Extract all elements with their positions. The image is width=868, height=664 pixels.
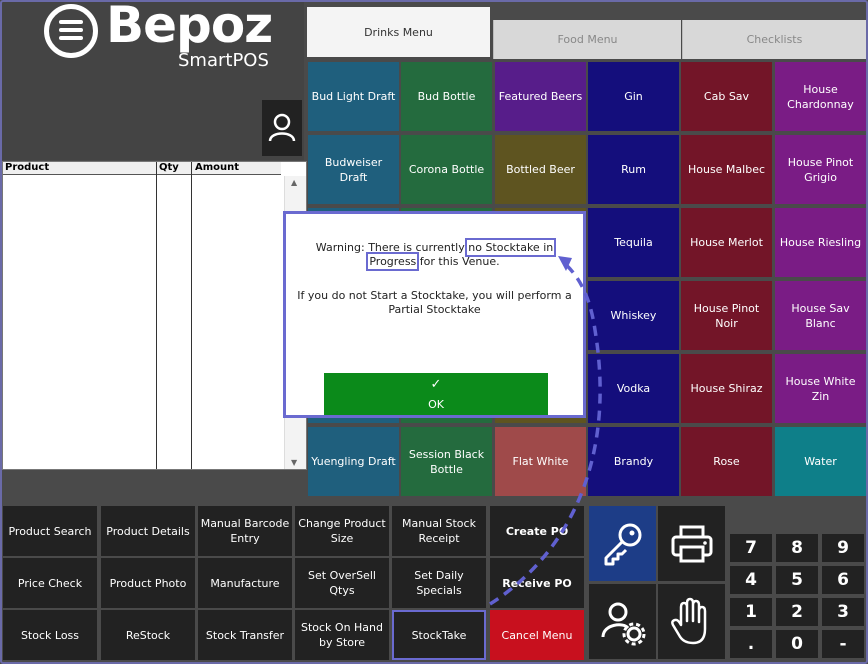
printer-icon xyxy=(671,525,712,562)
tile-house-pinot-grigio[interactable]: House Pinot Grigio xyxy=(775,135,866,204)
numpad-key-6[interactable]: 6 xyxy=(822,566,864,594)
brand-name: Bepoz xyxy=(106,0,273,54)
numpad-key-0[interactable]: 0 xyxy=(776,630,818,658)
create-po-button[interactable]: Create PO xyxy=(490,506,584,556)
tile-session-black-bottle[interactable]: Session Black Bottle xyxy=(401,427,492,496)
tile-bud-bottle[interactable]: Bud Bottle xyxy=(401,62,492,131)
numpad-key-5[interactable]: 5 xyxy=(776,566,818,594)
tab-checklists[interactable]: Checklists xyxy=(682,20,866,59)
column-product: Product xyxy=(5,162,50,173)
user-settings-icon xyxy=(601,602,645,645)
tile-budweiser-draft[interactable]: Budweiser Draft xyxy=(308,135,399,204)
scroll-up-icon[interactable]: ▲ xyxy=(291,178,297,187)
stocktake-button[interactable]: StockTake xyxy=(392,610,486,660)
check-icon: ✓ xyxy=(430,376,442,392)
change-product-size-button[interactable]: Change Product Size xyxy=(295,506,389,556)
numpad-key-minus[interactable]: - xyxy=(822,630,864,658)
user-button[interactable] xyxy=(262,100,302,156)
tab-food-menu[interactable]: Food Menu xyxy=(493,20,681,59)
ok-label: OK xyxy=(428,397,444,411)
hand-icon xyxy=(670,597,706,644)
tile-featured-beers[interactable]: Featured Beers xyxy=(495,62,586,131)
ok-button[interactable]: ✓ OK xyxy=(324,373,548,415)
hamburger-icon[interactable] xyxy=(44,4,98,58)
tile-brandy[interactable]: Brandy xyxy=(588,427,679,496)
key-icon xyxy=(604,523,641,565)
order-grid[interactable]: Product Qty Amount ▲ ▼ xyxy=(2,161,307,470)
tile-yuengling-draft[interactable]: Yuengling Draft xyxy=(308,427,399,496)
stocktake-warning-dialog: Warning: There is currently no Stocktake… xyxy=(283,211,586,418)
tile-whiskey[interactable]: Whiskey xyxy=(588,281,679,350)
set-oversell-qtys-button[interactable]: Set OverSell Qtys xyxy=(295,558,389,608)
set-daily-specials-button[interactable]: Set Daily Specials xyxy=(392,558,486,608)
scroll-down-icon[interactable]: ▼ xyxy=(291,458,297,467)
tile-house-sav-blanc[interactable]: House Sav Blanc xyxy=(775,281,866,350)
manual-stock-receipt-button[interactable]: Manual Stock Receipt xyxy=(392,506,486,556)
user-settings-button[interactable] xyxy=(589,584,656,659)
warning-suffix: for this Venue. xyxy=(416,255,500,268)
key-button[interactable] xyxy=(589,506,656,581)
stock-on-hand-by-store-button[interactable]: Stock On Hand by Store xyxy=(295,610,389,660)
tile-corona-bottle[interactable]: Corona Bottle xyxy=(401,135,492,204)
tile-house-white-zin[interactable]: House White Zin xyxy=(775,354,866,423)
product-search-button[interactable]: Product Search xyxy=(3,506,97,556)
manual-barcode-entry-button[interactable]: Manual Barcode Entry xyxy=(198,506,292,556)
column-amount: Amount xyxy=(195,162,240,173)
numpad-key-2[interactable]: 2 xyxy=(776,598,818,626)
tab-drinks-menu[interactable]: Drinks Menu xyxy=(307,7,490,57)
user-icon xyxy=(268,113,296,142)
tile-house-malbec[interactable]: House Malbec xyxy=(681,135,772,204)
product-photo-button[interactable]: Product Photo xyxy=(101,558,195,608)
brand-sub: SmartPOS xyxy=(178,50,269,71)
tile-house-chardonnay[interactable]: House Chardonnay xyxy=(775,62,866,131)
tile-bottled-beer[interactable]: Bottled Beer xyxy=(495,135,586,204)
tile-tequila[interactable]: Tequila xyxy=(588,208,679,277)
tile-house-shiraz[interactable]: House Shiraz xyxy=(681,354,772,423)
tile-house-pinot-noir[interactable]: House Pinot Noir xyxy=(681,281,772,350)
tile-flat-white[interactable]: Flat White xyxy=(495,427,586,496)
tile-cab-sav[interactable]: Cab Sav xyxy=(681,62,772,131)
numpad-key-3[interactable]: 3 xyxy=(822,598,864,626)
restock-button[interactable]: ReStock xyxy=(101,610,195,660)
column-qty: Qty xyxy=(159,162,179,173)
partial-stocktake-message: If you do not Start a Stocktake, you wil… xyxy=(297,289,572,316)
manufacture-button[interactable]: Manufacture xyxy=(198,558,292,608)
numpad-key-8[interactable]: 8 xyxy=(776,534,818,562)
numpad-key-9[interactable]: 9 xyxy=(822,534,864,562)
stock-transfer-button[interactable]: Stock Transfer xyxy=(198,610,292,660)
tile-gin[interactable]: Gin xyxy=(588,62,679,131)
tile-house-merlot[interactable]: House Merlot xyxy=(681,208,772,277)
numpad-key-decimal[interactable]: . xyxy=(730,630,772,658)
tile-bud-light-draft[interactable]: Bud Light Draft xyxy=(308,62,399,131)
product-details-button[interactable]: Product Details xyxy=(101,506,195,556)
warning-prefix: Warning: There is currently xyxy=(315,241,469,254)
warning-text: Warning: There is currently no Stocktake… xyxy=(292,238,577,271)
numpad-key-1[interactable]: 1 xyxy=(730,598,772,626)
stock-loss-button[interactable]: Stock Loss xyxy=(3,610,97,660)
price-check-button[interactable]: Price Check xyxy=(3,558,97,608)
cancel-menu-button[interactable]: Cancel Menu xyxy=(490,610,584,660)
numpad-key-4[interactable]: 4 xyxy=(730,566,772,594)
tile-water[interactable]: Water xyxy=(775,427,866,496)
tile-rum[interactable]: Rum xyxy=(588,135,679,204)
tile-house-riesling[interactable]: House Riesling xyxy=(775,208,866,277)
grid-divider xyxy=(191,162,192,469)
tile-rose[interactable]: Rose xyxy=(681,427,772,496)
grid-header: Product Qty Amount xyxy=(3,162,281,175)
grid-divider xyxy=(156,162,157,469)
receive-po-button[interactable]: Receive PO xyxy=(490,558,584,608)
tile-vodka[interactable]: Vodka xyxy=(588,354,679,423)
numpad-key-7[interactable]: 7 xyxy=(730,534,772,562)
stop-button[interactable] xyxy=(658,584,725,659)
print-button[interactable] xyxy=(658,506,725,581)
